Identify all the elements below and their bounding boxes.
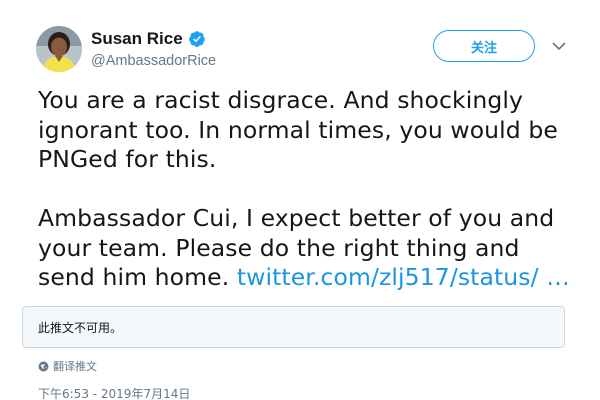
quoted-tweet-unavailable-text: 此推文不可用。 bbox=[38, 320, 123, 335]
avatar[interactable] bbox=[36, 26, 82, 72]
avatar-image bbox=[36, 26, 82, 72]
tweet-card: Susan Rice @AmbassadorRice 关注 You are a … bbox=[0, 0, 600, 400]
tweet-link[interactable]: twitter.com/zlj517/status/ … bbox=[237, 263, 570, 291]
quoted-tweet-card[interactable]: 此推文不可用。 bbox=[22, 306, 565, 348]
tweet-timestamp[interactable]: 下午6:53 - 2019年7月14日 bbox=[38, 385, 190, 400]
translate-label: 翻译推文 bbox=[53, 360, 97, 373]
verified-badge-icon bbox=[188, 30, 206, 48]
globe-icon bbox=[38, 361, 49, 371]
author-handle[interactable]: @AmbassadorRice bbox=[91, 53, 216, 69]
tweet-paragraph-2: Ambassador Cui, I expect better of you a… bbox=[38, 204, 578, 293]
author-names: Susan Rice @AmbassadorRice bbox=[91, 28, 216, 69]
follow-button[interactable]: 关注 bbox=[433, 30, 535, 62]
author-display-name[interactable]: Susan Rice bbox=[91, 29, 183, 49]
tweet-header: Susan Rice @AmbassadorRice 关注 bbox=[36, 24, 576, 74]
display-name-row: Susan Rice bbox=[91, 28, 216, 50]
translate-tweet-button[interactable]: 翻译推文 bbox=[38, 358, 97, 374]
chevron-down-icon[interactable] bbox=[550, 37, 568, 55]
tweet-text: You are a racist disgrace. And shockingl… bbox=[38, 86, 578, 293]
tweet-paragraph-1: You are a racist disgrace. And shockingl… bbox=[38, 86, 558, 173]
